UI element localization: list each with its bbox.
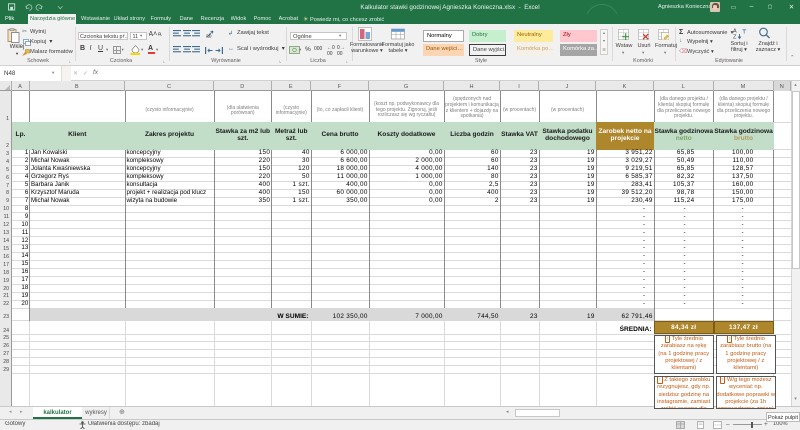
svg-text:ab: ab: [206, 34, 212, 39]
svg-text:Z: Z: [733, 35, 737, 41]
